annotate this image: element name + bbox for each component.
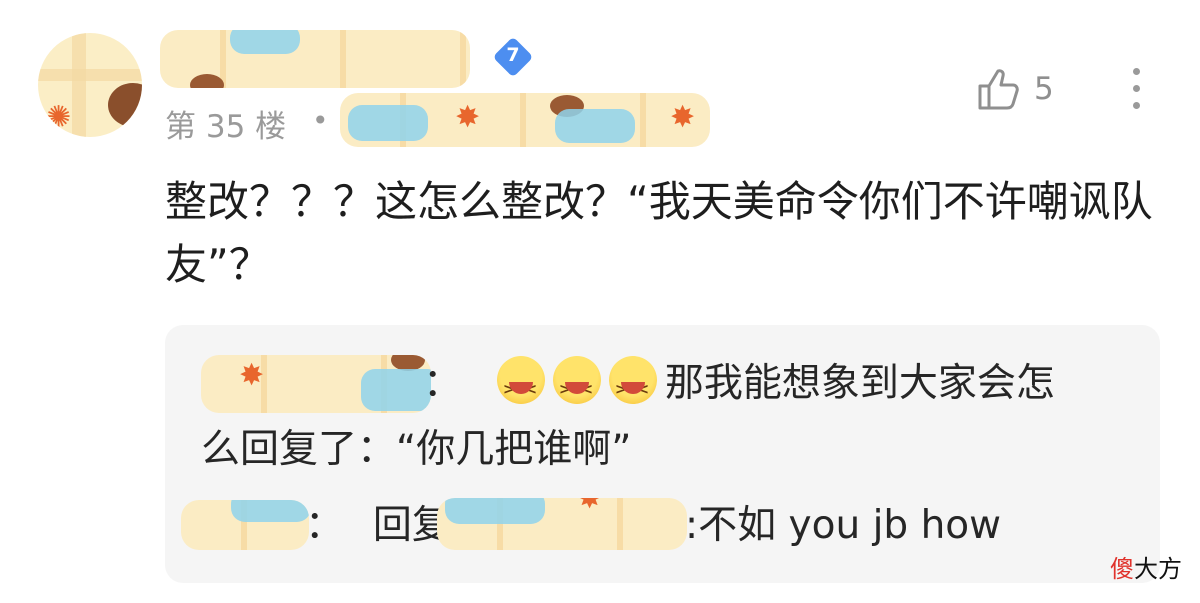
reply-line-2-prefix: ： 回复 [305, 503, 451, 548]
reply-author-blurred[interactable] [181, 500, 309, 550]
replies-panel[interactable]: ✸ ： 那我能想象到大家会怎 么回复了：“你几把谁啊” ： 回复 ✸ :不如 y… [165, 325, 1160, 583]
like-count: 5 [1034, 71, 1054, 107]
level-badge: 7 [490, 36, 536, 80]
like-button[interactable]: 5 [976, 66, 1054, 112]
sticker-icon: ✺ [46, 100, 72, 135]
reply-target-blurred[interactable]: ✸ [437, 498, 687, 550]
reply-line-1: ： 那我能想象到大家会怎 [423, 355, 1055, 418]
grinning-emoji-icon [552, 356, 601, 418]
separator-dot: • [312, 104, 329, 137]
reply-author-blurred[interactable]: ✸ [201, 355, 431, 413]
thumbs-up-icon [978, 69, 1019, 110]
grinning-emoji-icon [496, 356, 545, 418]
username-blurred[interactable] [160, 30, 470, 88]
comment-text: 整改？？？这怎么整改？“我天美命令你们不许嘲讽队友”？ [165, 177, 1153, 289]
grinning-emoji-icon [608, 356, 657, 418]
more-vertical-icon[interactable] [1122, 66, 1152, 112]
reply-colon: ： [423, 361, 463, 406]
watermark: 傻大方 [1110, 555, 1182, 583]
reply-line-1-cont: 么回复了：“你几把谁啊” [201, 427, 632, 472]
user-avatar[interactable]: ✺ [38, 33, 142, 137]
reply-text-2: :不如 you jb how [685, 503, 1002, 548]
reply-text: 那我能想象到大家会怎 [664, 361, 1055, 406]
user-decoration-blurred: ✸ ✸ [340, 93, 710, 147]
floor-label: 第 35 楼 [165, 109, 287, 145]
